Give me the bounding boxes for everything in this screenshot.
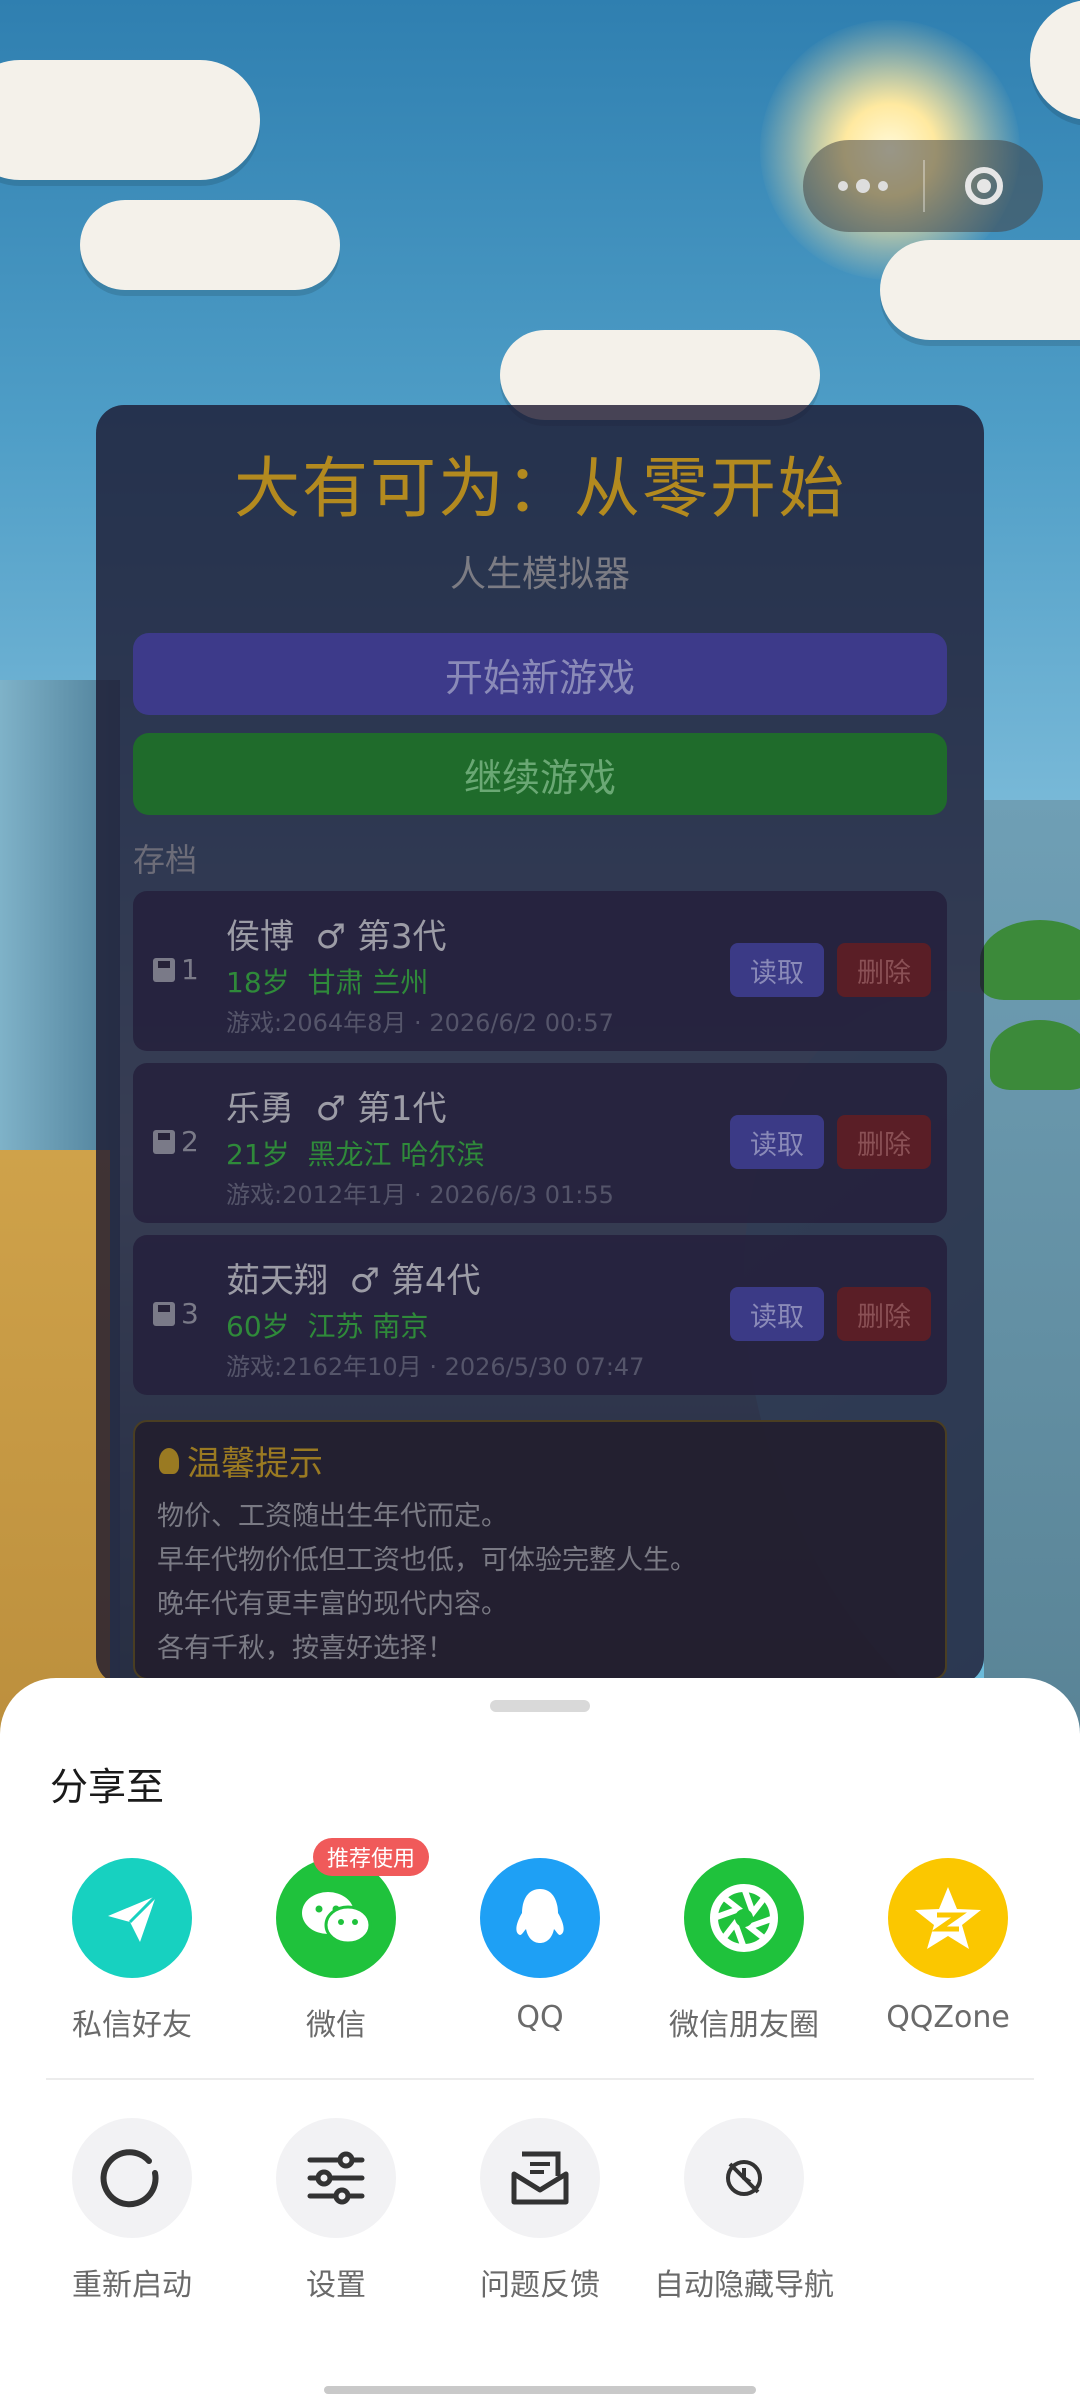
qq-penguin-icon — [480, 1858, 600, 1978]
male-gender-icon: ♂ — [315, 917, 347, 957]
settings-sliders-icon — [276, 2118, 396, 2238]
moments-shutter-icon — [684, 1858, 804, 1978]
action-label: 问题反馈 — [480, 2268, 600, 2303]
wechat-icon — [276, 1858, 396, 1978]
saves-header: 存档 — [133, 841, 198, 879]
cloud-illustration — [80, 200, 340, 290]
cloud-illustration — [1030, 0, 1080, 120]
floppy-disk-icon — [153, 957, 175, 982]
tips-title: 温馨提示 — [159, 1436, 323, 1485]
tips-line: 早年代物价低但工资也低，可体验完整人生。 — [157, 1545, 697, 1576]
target-close-icon[interactable] — [925, 140, 1043, 232]
save-slot: 2 乐勇 ♂ 第1代 21岁 黑龙江 哈尔滨 游戏:2012年1月 · 2026… — [133, 1063, 947, 1223]
share-qq[interactable]: QQ — [440, 1858, 640, 2035]
save-character: 乐勇 ♂ 第1代 — [226, 1081, 447, 1130]
character-age: 21岁 — [226, 1138, 290, 1171]
share-title: 分享至 — [50, 1765, 165, 1809]
share-bottom-sheet: 分享至 私信好友 推荐使用 微信 QQ 微信朋友圈 QQZone 重新启动 设置… — [0, 1678, 1080, 2400]
share-wechat[interactable]: 推荐使用 微信 — [236, 1838, 436, 2044]
character-name: 乐勇 — [226, 1089, 294, 1129]
character-info: 60岁 江苏 南京 — [226, 1305, 428, 1345]
tips-box: 温馨提示 物价、工资随出生年代而定。 早年代物价低但工资也低，可体验完整人生。 … — [133, 1420, 947, 1680]
floppy-disk-icon — [153, 1301, 175, 1326]
settings-action[interactable]: 设置 — [236, 2118, 436, 2304]
home-indicator[interactable] — [324, 2386, 756, 2394]
share-target-label: 微信朋友圈 — [669, 2008, 819, 2043]
character-name: 侯博 — [226, 917, 294, 957]
action-label: 重新启动 — [72, 2268, 192, 2303]
game-main-panel: 大有可为：从零开始 人生模拟器 开始新游戏 继续游戏 存档 1 侯博 ♂ 第3代… — [96, 405, 984, 1685]
hide-navigation-icon — [684, 2118, 804, 2238]
male-gender-icon: ♂ — [349, 1261, 381, 1301]
sheet-drag-handle[interactable] — [490, 1700, 590, 1712]
save-slot-index: 2 — [153, 1125, 199, 1158]
save-character: 侯博 ♂ 第3代 — [226, 909, 447, 958]
character-info: 21岁 黑龙江 哈尔滨 — [226, 1133, 484, 1173]
save-slot-number: 3 — [181, 1297, 199, 1330]
cloud-illustration — [0, 60, 260, 180]
tips-title-text: 温馨提示 — [187, 1444, 323, 1484]
load-save-button[interactable]: 读取 — [730, 1115, 824, 1169]
hide-navigation-action[interactable]: 自动隐藏导航 — [644, 2118, 844, 2304]
continue-game-button[interactable]: 继续游戏 — [133, 733, 947, 815]
male-gender-icon: ♂ — [315, 1089, 347, 1129]
character-age: 18岁 — [226, 966, 290, 999]
miniprogram-capsule — [803, 140, 1043, 232]
restart-icon — [72, 2118, 192, 2238]
restart-action[interactable]: 重新启动 — [32, 2118, 232, 2304]
qzone-star-icon — [888, 1858, 1008, 1978]
tips-line: 各有千秋，按喜好选择！ — [157, 1633, 454, 1664]
paper-plane-icon — [72, 1858, 192, 1978]
load-save-button[interactable]: 读取 — [730, 1287, 824, 1341]
new-game-button[interactable]: 开始新游戏 — [133, 633, 947, 715]
sheet-divider — [46, 2078, 1034, 2080]
share-qzone[interactable]: QQZone — [848, 1858, 1048, 2035]
feedback-envelope-icon — [480, 2118, 600, 2238]
character-info: 18岁 甘肃 兰州 — [226, 961, 428, 1001]
game-subtitle: 人生模拟器 — [449, 554, 630, 595]
save-slot: 3 茹天翔 ♂ 第4代 60岁 江苏 南京 游戏:2162年10月 · 2026… — [133, 1235, 947, 1395]
character-location: 江苏 南京 — [307, 1310, 429, 1343]
save-character: 茹天翔 ♂ 第4代 — [226, 1253, 481, 1302]
action-label: 设置 — [306, 2268, 366, 2303]
feedback-action[interactable]: 问题反馈 — [440, 2118, 640, 2304]
save-slot-number: 2 — [181, 1125, 199, 1158]
floppy-disk-icon — [153, 1129, 175, 1154]
load-save-button[interactable]: 读取 — [730, 943, 824, 997]
save-slot-index: 3 — [153, 1297, 199, 1330]
character-name: 茹天翔 — [226, 1261, 328, 1301]
share-moments[interactable]: 微信朋友圈 — [644, 1858, 844, 2044]
delete-save-button[interactable]: 删除 — [837, 1287, 931, 1341]
share-private-message[interactable]: 私信好友 — [32, 1858, 232, 2044]
generation-label: 第4代 — [390, 1261, 481, 1301]
save-slot: 1 侯博 ♂ 第3代 18岁 甘肃 兰州 游戏:2064年8月 · 2026/6… — [133, 891, 947, 1051]
save-time: 游戏:2012年1月 · 2026/6/3 01:55 — [226, 1181, 614, 1209]
share-target-label: QQ — [516, 2000, 564, 2035]
trees-illustration — [980, 920, 1080, 1000]
generation-label: 第3代 — [356, 917, 447, 957]
share-target-label: QQZone — [886, 2000, 1010, 2035]
generation-label: 第1代 — [356, 1089, 447, 1129]
tips-line: 物价、工资随出生年代而定。 — [157, 1501, 508, 1532]
share-target-label: 微信 — [306, 2008, 366, 2043]
tips-line: 晚年代有更丰富的现代内容。 — [157, 1589, 508, 1620]
character-location: 黑龙江 哈尔滨 — [307, 1138, 485, 1171]
save-time: 游戏:2162年10月 · 2026/5/30 07:47 — [226, 1353, 645, 1381]
character-location: 甘肃 兰州 — [307, 966, 429, 999]
game-title: 大有可为：从零开始 — [234, 450, 846, 527]
recommend-badge: 推荐使用 — [313, 1838, 429, 1876]
share-target-label: 私信好友 — [72, 2008, 192, 2043]
more-dots-icon[interactable] — [803, 140, 923, 232]
save-slot-index: 1 — [153, 953, 199, 986]
trees-illustration — [990, 1020, 1080, 1090]
delete-save-button[interactable]: 删除 — [837, 943, 931, 997]
save-slot-number: 1 — [181, 953, 199, 986]
delete-save-button[interactable]: 删除 — [837, 1115, 931, 1169]
save-time: 游戏:2064年8月 · 2026/6/2 00:57 — [226, 1009, 614, 1037]
action-label: 自动隐藏导航 — [654, 2268, 834, 2303]
light-bulb-icon — [159, 1447, 179, 1474]
character-age: 60岁 — [226, 1310, 290, 1343]
cloud-illustration — [880, 240, 1080, 340]
